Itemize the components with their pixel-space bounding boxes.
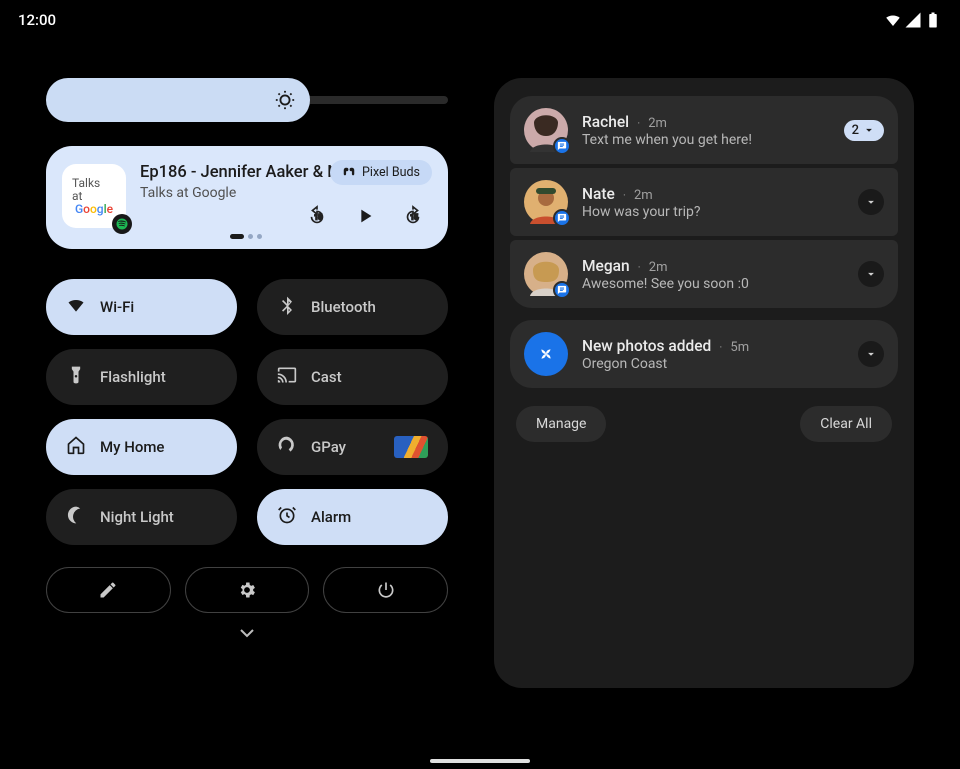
qs-tile-label: Night Light (100, 508, 174, 526)
notification-body: Awesome! See you soon :0 (582, 276, 749, 292)
notification[interactable]: Megan·2m Awesome! See you soon :0 (510, 240, 898, 308)
svg-text:15: 15 (410, 214, 418, 222)
notification[interactable]: New photos added·5m Oregon Coast (510, 320, 898, 388)
qs-tile-icon (277, 435, 297, 459)
qs-tile-wifi[interactable]: Wi-Fi (46, 279, 237, 335)
qs-tile-icon (66, 365, 86, 389)
qs-tile-icon (66, 435, 86, 459)
media-pager-dots[interactable] (62, 234, 430, 239)
avatar (524, 180, 568, 224)
notification-time: 2m (649, 260, 668, 275)
notification[interactable]: Rachel·2m Text me when you get here! 2 (510, 96, 898, 164)
pinwheel-icon (535, 343, 557, 365)
qs-tile-cast[interactable]: Cast (257, 349, 448, 405)
media-output-chip[interactable]: Pixel Buds (330, 160, 432, 185)
notification-title: New photos added (582, 337, 711, 355)
chevron-down-icon (864, 267, 878, 281)
qs-tile-icon (66, 295, 86, 319)
avatar (524, 108, 568, 152)
expand-button[interactable] (858, 341, 884, 367)
chevron-down-icon (235, 621, 259, 645)
notification-body: How was your trip? (582, 204, 700, 220)
media-subtitle: Talks at Google (140, 185, 430, 201)
messages-app-icon (553, 209, 571, 227)
chevron-down-icon (864, 195, 878, 209)
messages-app-icon (553, 137, 571, 155)
card-thumbnail (394, 436, 428, 458)
qs-tile-nightlight[interactable]: Night Light (46, 489, 237, 545)
notification-time: 2m (634, 188, 653, 203)
home-indicator[interactable] (430, 759, 530, 763)
app-icon-photos (524, 332, 568, 376)
qs-tile-alarm[interactable]: Alarm (257, 489, 448, 545)
edit-tiles-button[interactable] (46, 567, 171, 613)
expand-qs-button[interactable] (46, 621, 448, 645)
svg-text:15: 15 (314, 214, 322, 222)
battery-icon (924, 11, 942, 29)
qs-tile-flashlight[interactable]: Flashlight (46, 349, 237, 405)
brightness-icon (274, 89, 296, 111)
notification-time: 2m (648, 116, 667, 131)
gear-icon (237, 580, 257, 600)
qs-tile-label: Flashlight (100, 368, 166, 386)
qs-tile-label: Cast (311, 368, 342, 386)
expand-button[interactable] (858, 189, 884, 215)
qs-tile-icon (66, 505, 86, 529)
clear-all-button[interactable]: Clear All (800, 406, 892, 442)
play-icon[interactable] (354, 205, 376, 227)
wifi-icon (884, 11, 902, 29)
qs-tile-home[interactable]: My Home (46, 419, 237, 475)
qs-tile-bluetooth[interactable]: Bluetooth (257, 279, 448, 335)
notification-time: 5m (730, 340, 749, 355)
manage-button[interactable]: Manage (516, 406, 606, 442)
notification-sender: Nate (582, 185, 615, 203)
qs-tile-label: My Home (100, 438, 164, 456)
media-album-art: Talks at Google (62, 164, 126, 228)
status-icons (884, 11, 942, 29)
power-button[interactable] (323, 567, 448, 613)
notification-body: Oregon Coast (582, 356, 749, 372)
expand-button[interactable] (858, 261, 884, 287)
qs-tile-icon (277, 505, 297, 529)
power-icon (376, 580, 396, 600)
media-player-card[interactable]: Pixel Buds Talks at Google Ep186 - Jenni… (46, 146, 448, 249)
notification-body: Text me when you get here! (582, 132, 752, 148)
replay-15-icon[interactable]: 15 (306, 205, 328, 227)
qs-tile-icon (277, 295, 297, 319)
spotify-icon (112, 214, 132, 234)
notification-sender: Megan (582, 257, 630, 275)
qs-tile-label: Alarm (311, 508, 351, 526)
media-output-label: Pixel Buds (362, 165, 420, 180)
messages-app-icon (553, 281, 571, 299)
chevron-down-icon (864, 347, 878, 361)
qs-tile-label: Bluetooth (311, 298, 376, 316)
notification[interactable]: Nate·2m How was your trip? (510, 168, 898, 236)
avatar (524, 252, 568, 296)
notification-shade: Rachel·2m Text me when you get here! 2 N… (494, 78, 914, 688)
notification-count-chip[interactable]: 2 (844, 120, 884, 141)
qs-tile-icon (277, 365, 297, 389)
signal-icon (904, 11, 922, 29)
pencil-icon (98, 580, 118, 600)
qs-tile-gpay[interactable]: GPay (257, 419, 448, 475)
chevron-down-icon (862, 123, 876, 137)
settings-button[interactable] (185, 567, 310, 613)
forward-15-icon[interactable]: 15 (402, 205, 424, 227)
earbuds-icon (342, 166, 356, 180)
status-time: 12:00 (18, 11, 56, 29)
qs-tile-label: GPay (311, 438, 346, 456)
brightness-slider[interactable] (46, 78, 448, 122)
notification-sender: Rachel (582, 113, 629, 131)
qs-tile-label: Wi-Fi (100, 298, 134, 316)
